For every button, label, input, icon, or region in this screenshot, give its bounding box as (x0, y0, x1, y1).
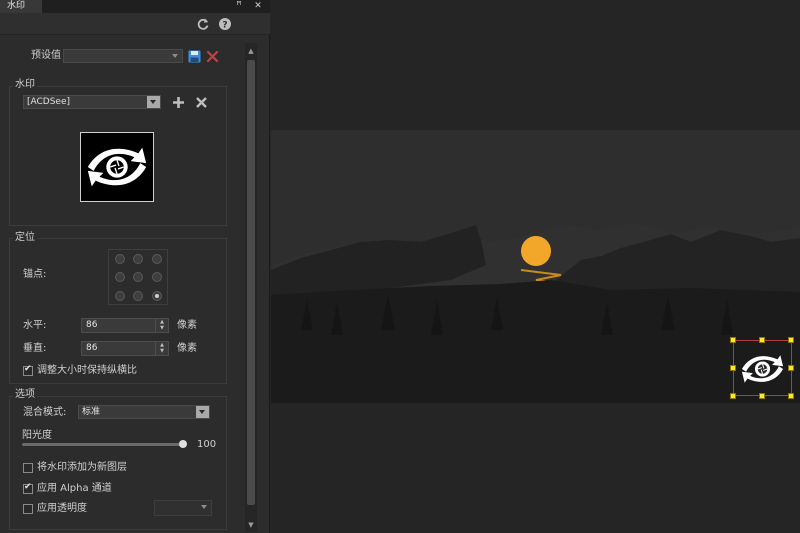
apply-alpha-checkbox[interactable] (23, 482, 33, 494)
chevron-down-icon (198, 501, 211, 513)
tab-watermark[interactable]: 水印 (0, 0, 42, 13)
close-icon[interactable]: ✕ (252, 0, 264, 13)
opacity-value: 100 (197, 439, 217, 450)
anchor-bottom-left[interactable] (115, 291, 125, 301)
resize-handle-top-right[interactable] (788, 337, 794, 343)
anchor-bottom-right[interactable] (152, 291, 162, 301)
remove-icon[interactable] (195, 96, 208, 109)
watermark-group-title: 水印 (13, 79, 37, 91)
transparency-select[interactable] (154, 500, 212, 516)
resize-handle-right[interactable] (788, 365, 794, 371)
svg-text:?: ? (222, 21, 227, 31)
add-as-layer-checkbox[interactable] (23, 463, 33, 473)
blend-mode-select[interactable]: 标准 (78, 405, 210, 419)
scroll-up-icon[interactable]: ▲ (245, 45, 257, 57)
refresh-icon[interactable] (196, 17, 210, 31)
horizontal-unit: 像素 (177, 320, 197, 331)
help-icon[interactable]: ? (218, 17, 232, 31)
pin-icon[interactable]: ꟸ (233, 0, 245, 13)
anchor-label: 锚点: (23, 269, 47, 280)
apply-alpha-label: 应用 Alpha 通道 (37, 483, 112, 494)
watermark-select-value: [ACDSee] (27, 97, 71, 107)
stepper-down-icon[interactable]: ▼ (156, 325, 168, 331)
horizontal-stepper[interactable]: ▲ ▼ (155, 319, 168, 332)
add-icon[interactable] (172, 96, 185, 109)
keep-ratio-label: 调整大小时保持纵横比 (37, 365, 137, 376)
add-as-layer-label: 将水印添加为新图层 (37, 462, 127, 473)
horizontal-input[interactable]: 86 ▲ ▼ (81, 318, 169, 333)
vertical-label: 垂直: (23, 343, 47, 354)
apply-transparency-label: 应用透明度 (37, 503, 87, 514)
chevron-down-icon (196, 406, 209, 418)
opacity-slider-handle[interactable] (179, 440, 187, 448)
opacity-slider[interactable] (22, 443, 184, 446)
opacity-label: 阳光度 (22, 430, 52, 441)
save-icon[interactable] (188, 50, 201, 63)
anchor-top-center[interactable] (133, 254, 143, 264)
vertical-input[interactable]: 86 ▲ ▼ (81, 341, 169, 356)
panel-toolbar: ? (0, 13, 270, 35)
anchor-center[interactable] (133, 272, 143, 282)
vertical-unit: 像素 (177, 343, 197, 354)
scrollbar-thumb[interactable] (247, 60, 255, 505)
anchor-middle-right[interactable] (152, 272, 162, 282)
chevron-down-icon (147, 96, 160, 108)
resize-handle-bottom-left[interactable] (730, 393, 736, 399)
horizontal-label: 水平: (23, 320, 47, 331)
resize-handle-top-left[interactable] (730, 337, 736, 343)
panel-tabbar: 水印 ꟸ ✕ (0, 0, 270, 13)
landscape-image (271, 130, 800, 403)
preset-select[interactable] (63, 49, 183, 63)
anchor-bottom-center[interactable] (133, 291, 143, 301)
anchor-middle-left[interactable] (115, 272, 125, 282)
watermark-preview (80, 132, 154, 202)
image-canvas[interactable] (271, 0, 800, 533)
vertical-stepper[interactable]: ▲ ▼ (155, 342, 168, 355)
position-group-title: 定位 (13, 232, 37, 244)
anchor-top-left[interactable] (115, 254, 125, 264)
anchor-grid (108, 249, 168, 305)
horizontal-value: 86 (86, 320, 98, 330)
blend-mode-label: 混合模式: (23, 407, 67, 418)
panel-scrollbar[interactable]: ▲ ▼ (245, 43, 257, 532)
resize-handle-top[interactable] (759, 337, 765, 343)
delete-icon[interactable] (206, 50, 219, 63)
resize-handle-left[interactable] (730, 365, 736, 371)
preset-label: 预设值 (31, 50, 61, 61)
scroll-down-icon[interactable]: ▼ (245, 519, 257, 531)
acdsee-logo (87, 147, 147, 187)
resize-handle-bottom[interactable] (759, 393, 765, 399)
watermark-panel: 水印 ꟸ ✕ ? 预设值 水印 [ACDSee] 定位 锚点: 水平: 86 ▲… (0, 0, 270, 533)
chevron-down-icon (169, 50, 182, 62)
apply-transparency-checkbox[interactable] (23, 504, 33, 514)
anchor-top-right[interactable] (152, 254, 162, 264)
options-group-title: 选项 (13, 389, 37, 401)
vertical-value: 86 (86, 343, 98, 353)
selection-box (733, 340, 792, 396)
blend-mode-value: 标准 (82, 407, 101, 417)
watermark-select[interactable]: [ACDSee] (23, 95, 161, 109)
resize-handle-bottom-right[interactable] (788, 393, 794, 399)
stepper-down-icon[interactable]: ▼ (156, 348, 168, 354)
keep-ratio-checkbox[interactable] (23, 364, 33, 376)
